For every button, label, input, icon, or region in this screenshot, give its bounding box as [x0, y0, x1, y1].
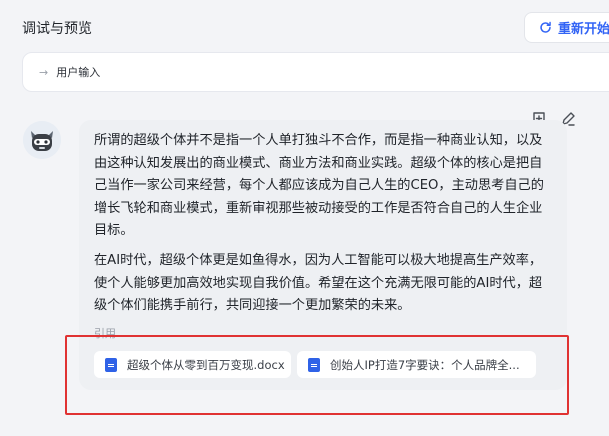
panel-title: 调试与预览 [22, 21, 92, 37]
highlight-box [65, 335, 569, 415]
restart-button-label: 重新开始 [558, 22, 609, 37]
user-input-field[interactable]: → 用户输入 [22, 52, 609, 92]
restart-button[interactable]: 重新开始 [524, 12, 609, 43]
bot-avatar [23, 121, 61, 159]
answer-paragraph-2: 在AI时代，超级个体更是如鱼得水，因为人工智能可以极大地提高生产效率，使个人能够… [94, 253, 543, 313]
arrow-right-icon: → [39, 65, 49, 79]
refresh-icon [540, 21, 551, 33]
user-input-text: 用户输入 [56, 66, 101, 79]
answer-paragraph-1: 所谓的超级个体并不是指一个人单打独斗不合作，而是指一种商业认知，以及由这种认知发… [94, 133, 544, 238]
